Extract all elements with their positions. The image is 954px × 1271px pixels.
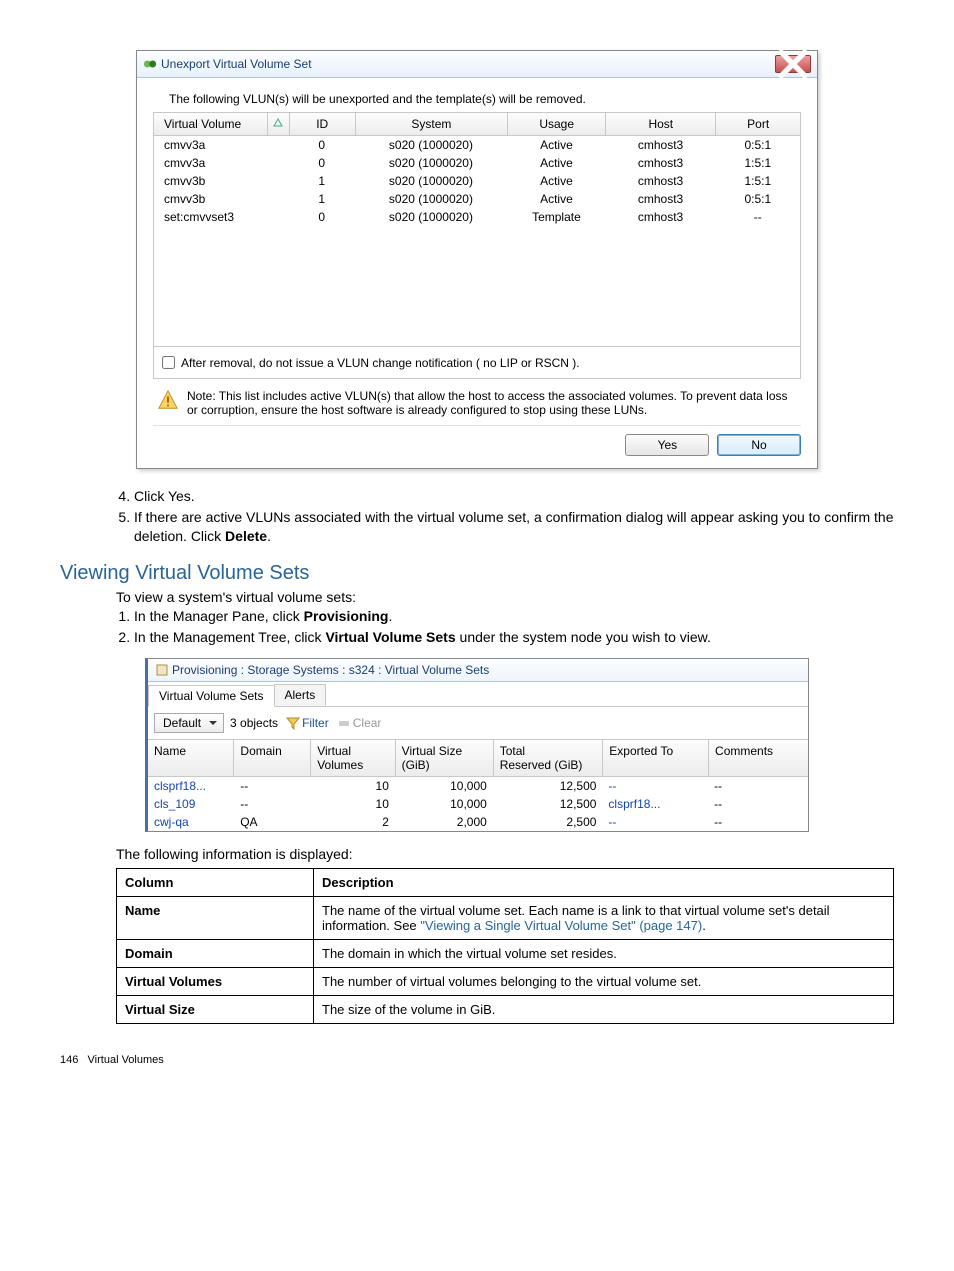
table-row[interactable]: cmvv3a0s020 (1000020)Activecmhost31:5:1 (154, 154, 800, 172)
tab-alerts[interactable]: Alerts (274, 684, 327, 706)
dialog-titlebar: Unexport Virtual Volume Set (137, 51, 817, 78)
dialog-intro: The following VLUN(s) will be unexported… (169, 92, 801, 106)
no-notification-checkbox[interactable] (162, 356, 175, 369)
section-intro: To view a system's virtual volume sets: (116, 589, 894, 605)
eraser-icon (337, 716, 351, 730)
vvs-panel: Provisioning : Storage Systems : s324 : … (145, 658, 809, 832)
object-count: 3 objects (230, 716, 278, 730)
view-dropdown[interactable]: Default (154, 713, 224, 733)
step-5: If there are active VLUNs associated wit… (134, 508, 894, 546)
table-row[interactable]: set:cmvvset30s020 (1000020)Templatecmhos… (154, 208, 800, 226)
col-exported-to[interactable]: Exported To (603, 740, 709, 776)
desc-domain-text: The domain in which the virtual volume s… (314, 940, 894, 968)
warning-note: Note: This list includes active VLUN(s) … (153, 389, 801, 417)
clear-link[interactable]: Clear (337, 716, 382, 730)
table-row[interactable]: cmvv3a0s020 (1000020)Activecmhost30:5:1 (154, 136, 800, 154)
desc-domain-label: Domain (125, 946, 173, 961)
desc-name-label: Name (125, 903, 160, 918)
table-row[interactable]: cmvv3b1s020 (1000020)Activecmhost31:5:1 (154, 172, 800, 190)
no-notification-label: After removal, do not issue a VLUN chang… (181, 356, 580, 370)
vlun-grid: Virtual Volume ID System Usage Host Port… (153, 112, 801, 379)
info-label: The following information is displayed: (116, 846, 894, 862)
desc-name-text: The name of the virtual volume set. Each… (314, 897, 894, 940)
tab-virtual-volume-sets[interactable]: Virtual Volume Sets (148, 685, 275, 707)
warning-icon (157, 389, 179, 411)
col-system[interactable]: System (356, 113, 508, 135)
view-step-1: In the Manager Pane, click Provisioning. (134, 607, 894, 626)
no-notification-row: After removal, do not issue a VLUN chang… (154, 346, 800, 378)
table-row[interactable]: cwj-qaQA22,0002,500---- (148, 813, 808, 831)
col-id[interactable]: ID (290, 113, 356, 135)
col-total-reserved[interactable]: Total Reserved (GiB) (494, 740, 604, 776)
view-step-2: In the Management Tree, click Virtual Vo… (134, 628, 894, 647)
filter-icon (286, 716, 300, 730)
close-icon[interactable] (775, 55, 811, 73)
app-icon (143, 57, 157, 71)
desc-vs-text: The size of the volume in GiB. (314, 996, 894, 1024)
section-heading: Viewing Virtual Volume Sets (60, 562, 894, 585)
desc-vv-label: Virtual Volumes (125, 974, 222, 989)
col-usage[interactable]: Usage (508, 113, 606, 135)
desc-header-description: Description (314, 869, 894, 897)
desc-vs-label: Virtual Size (125, 1002, 195, 1017)
sort-asc-icon[interactable] (268, 113, 290, 135)
col-virtual-size[interactable]: Virtual Size (GiB) (396, 740, 494, 776)
yes-button[interactable]: Yes (625, 434, 709, 456)
page-footer: 146 Virtual Volumes (60, 1054, 894, 1066)
desc-vv-text: The number of virtual volumes belonging … (314, 968, 894, 996)
desc-header-column: Column (117, 869, 314, 897)
dialog-title: Unexport Virtual Volume Set (161, 57, 312, 71)
col-domain[interactable]: Domain (234, 740, 311, 776)
col-host[interactable]: Host (606, 113, 716, 135)
panel-title: Provisioning : Storage Systems : s324 : … (172, 663, 489, 677)
description-table: Column Description Name The name of the … (116, 868, 894, 1024)
col-comments[interactable]: Comments (709, 740, 808, 776)
no-button[interactable]: No (717, 434, 801, 456)
table-row[interactable]: cls_109--1010,00012,500clsprf18...-- (148, 795, 808, 813)
panel-grid-header: Name Domain Virtual Volumes Virtual Size… (148, 739, 808, 777)
col-virtual-volume[interactable]: Virtual Volume (154, 113, 268, 135)
table-row[interactable]: cmvv3b1s020 (1000020)Activecmhost30:5:1 (154, 190, 800, 208)
step-4: Click Yes. (134, 487, 894, 506)
panel-title-bar: Provisioning : Storage Systems : s324 : … (148, 659, 808, 682)
grid-header: Virtual Volume ID System Usage Host Port (154, 113, 800, 136)
filter-link[interactable]: Filter (286, 716, 329, 730)
single-vvs-link[interactable]: "Viewing a Single Virtual Volume Set" (p… (420, 918, 702, 933)
col-virtual-volumes[interactable]: Virtual Volumes (311, 740, 395, 776)
unexport-dialog: Unexport Virtual Volume Set The followin… (136, 50, 818, 469)
table-row[interactable]: clsprf18...--1010,00012,500---- (148, 777, 808, 795)
col-port[interactable]: Port (716, 113, 800, 135)
col-name[interactable]: Name (148, 740, 234, 776)
warning-text: Note: This list includes active VLUN(s) … (187, 389, 801, 417)
